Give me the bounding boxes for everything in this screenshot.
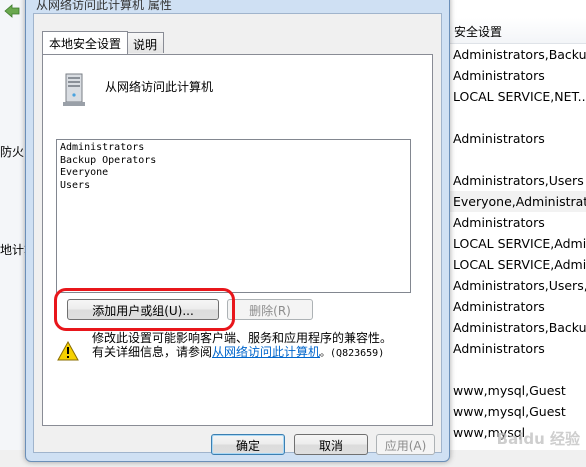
properties-dialog: 从网络访问此计算机 属性 本地安全设置 说明 从网络访问此计算机 Adminis… <box>25 0 450 462</box>
list-row[interactable]: LOCAL SERVICE,Admi... <box>449 254 586 275</box>
dialog-title[interactable]: 从网络访问此计算机 属性 <box>26 0 449 13</box>
warning-line: 修改此设置可能影响客户端、服务和应用程序的兼容性。 <box>92 331 393 345</box>
list-row[interactable] <box>449 359 586 380</box>
remove-button[interactable]: 删除(R) <box>227 299 313 320</box>
tab-local-security-setting[interactable]: 本地安全设置 <box>42 31 129 54</box>
tree-item-fragment[interactable]: 防火 <box>0 143 24 160</box>
list-row[interactable]: LOCAL SERVICE,NET... <box>449 86 586 107</box>
policy-name: 从网络访问此计算机 <box>105 80 214 94</box>
add-user-or-group-button[interactable]: 添加用户或组(U)... <box>67 299 219 320</box>
list-item[interactable]: Backup Operators <box>60 155 407 168</box>
list-row[interactable] <box>449 149 586 170</box>
computer-tower-icon <box>63 73 85 106</box>
back-arrow-icon <box>4 4 20 18</box>
list-row[interactable]: Administrators <box>449 212 586 233</box>
tab-panel: 从网络访问此计算机 Administrators Backup Operator… <box>42 54 433 426</box>
apply-button[interactable]: 应用(A) <box>376 434 435 455</box>
list-row[interactable]: Administrators <box>449 65 586 86</box>
ok-button[interactable]: 确定 <box>211 434 285 455</box>
list-row[interactable]: LOCAL SERVICE,Admi... <box>449 233 586 254</box>
list-row[interactable] <box>449 107 586 128</box>
list-row[interactable]: Administrators,Backu... <box>449 44 586 65</box>
background-policy-list: 安全设置 Administrators,Backu... Administrat… <box>449 0 586 467</box>
background-tree-pane: 防火 地计算 <box>0 0 36 467</box>
list-row[interactable]: Administrators,Backu... <box>449 317 586 338</box>
list-row[interactable]: Administrators,Users <box>449 170 586 191</box>
list-row[interactable]: Administrators <box>449 296 586 317</box>
list-item[interactable]: Administrators <box>60 142 407 155</box>
list-row[interactable]: Administrators <box>449 338 586 359</box>
members-listbox[interactable]: Administrators Backup Operators Everyone… <box>56 139 411 293</box>
help-link[interactable]: 从网络访问此计算机 <box>212 345 320 359</box>
list-row[interactable]: www,mysql,Guest <box>449 380 586 401</box>
list-row-selected[interactable]: Everyone,Administrat... <box>449 191 586 212</box>
tab-explain[interactable]: 说明 <box>126 32 165 53</box>
watermark: Baidu 经验 <box>496 430 580 448</box>
warning-icon <box>57 341 79 361</box>
column-header-security-setting[interactable]: 安全设置 <box>449 18 586 44</box>
dialog-body: 本地安全设置 说明 从网络访问此计算机 Administrators Backu… <box>33 13 442 455</box>
list-item[interactable]: Everyone <box>60 167 407 180</box>
list-item[interactable]: Users <box>60 180 407 193</box>
warning-message: 修改此设置可能影响客户端、服务和应用程序的兼容性。 有关详细信息，请参阅从网络访… <box>92 331 422 361</box>
kb-reference: 。(Q823659) <box>320 348 385 359</box>
list-row[interactable]: www,mysql,Guest <box>449 401 586 422</box>
warning-prefix: 有关详细信息，请参阅 <box>92 345 213 359</box>
warning-line: 有关详细信息，请参阅从网络访问此计算机。(Q823659) <box>92 345 422 361</box>
list-row[interactable]: Administrators,Users,... <box>449 275 586 296</box>
cancel-button[interactable]: 取消 <box>294 434 368 455</box>
list-row[interactable]: Administrators <box>449 128 586 149</box>
